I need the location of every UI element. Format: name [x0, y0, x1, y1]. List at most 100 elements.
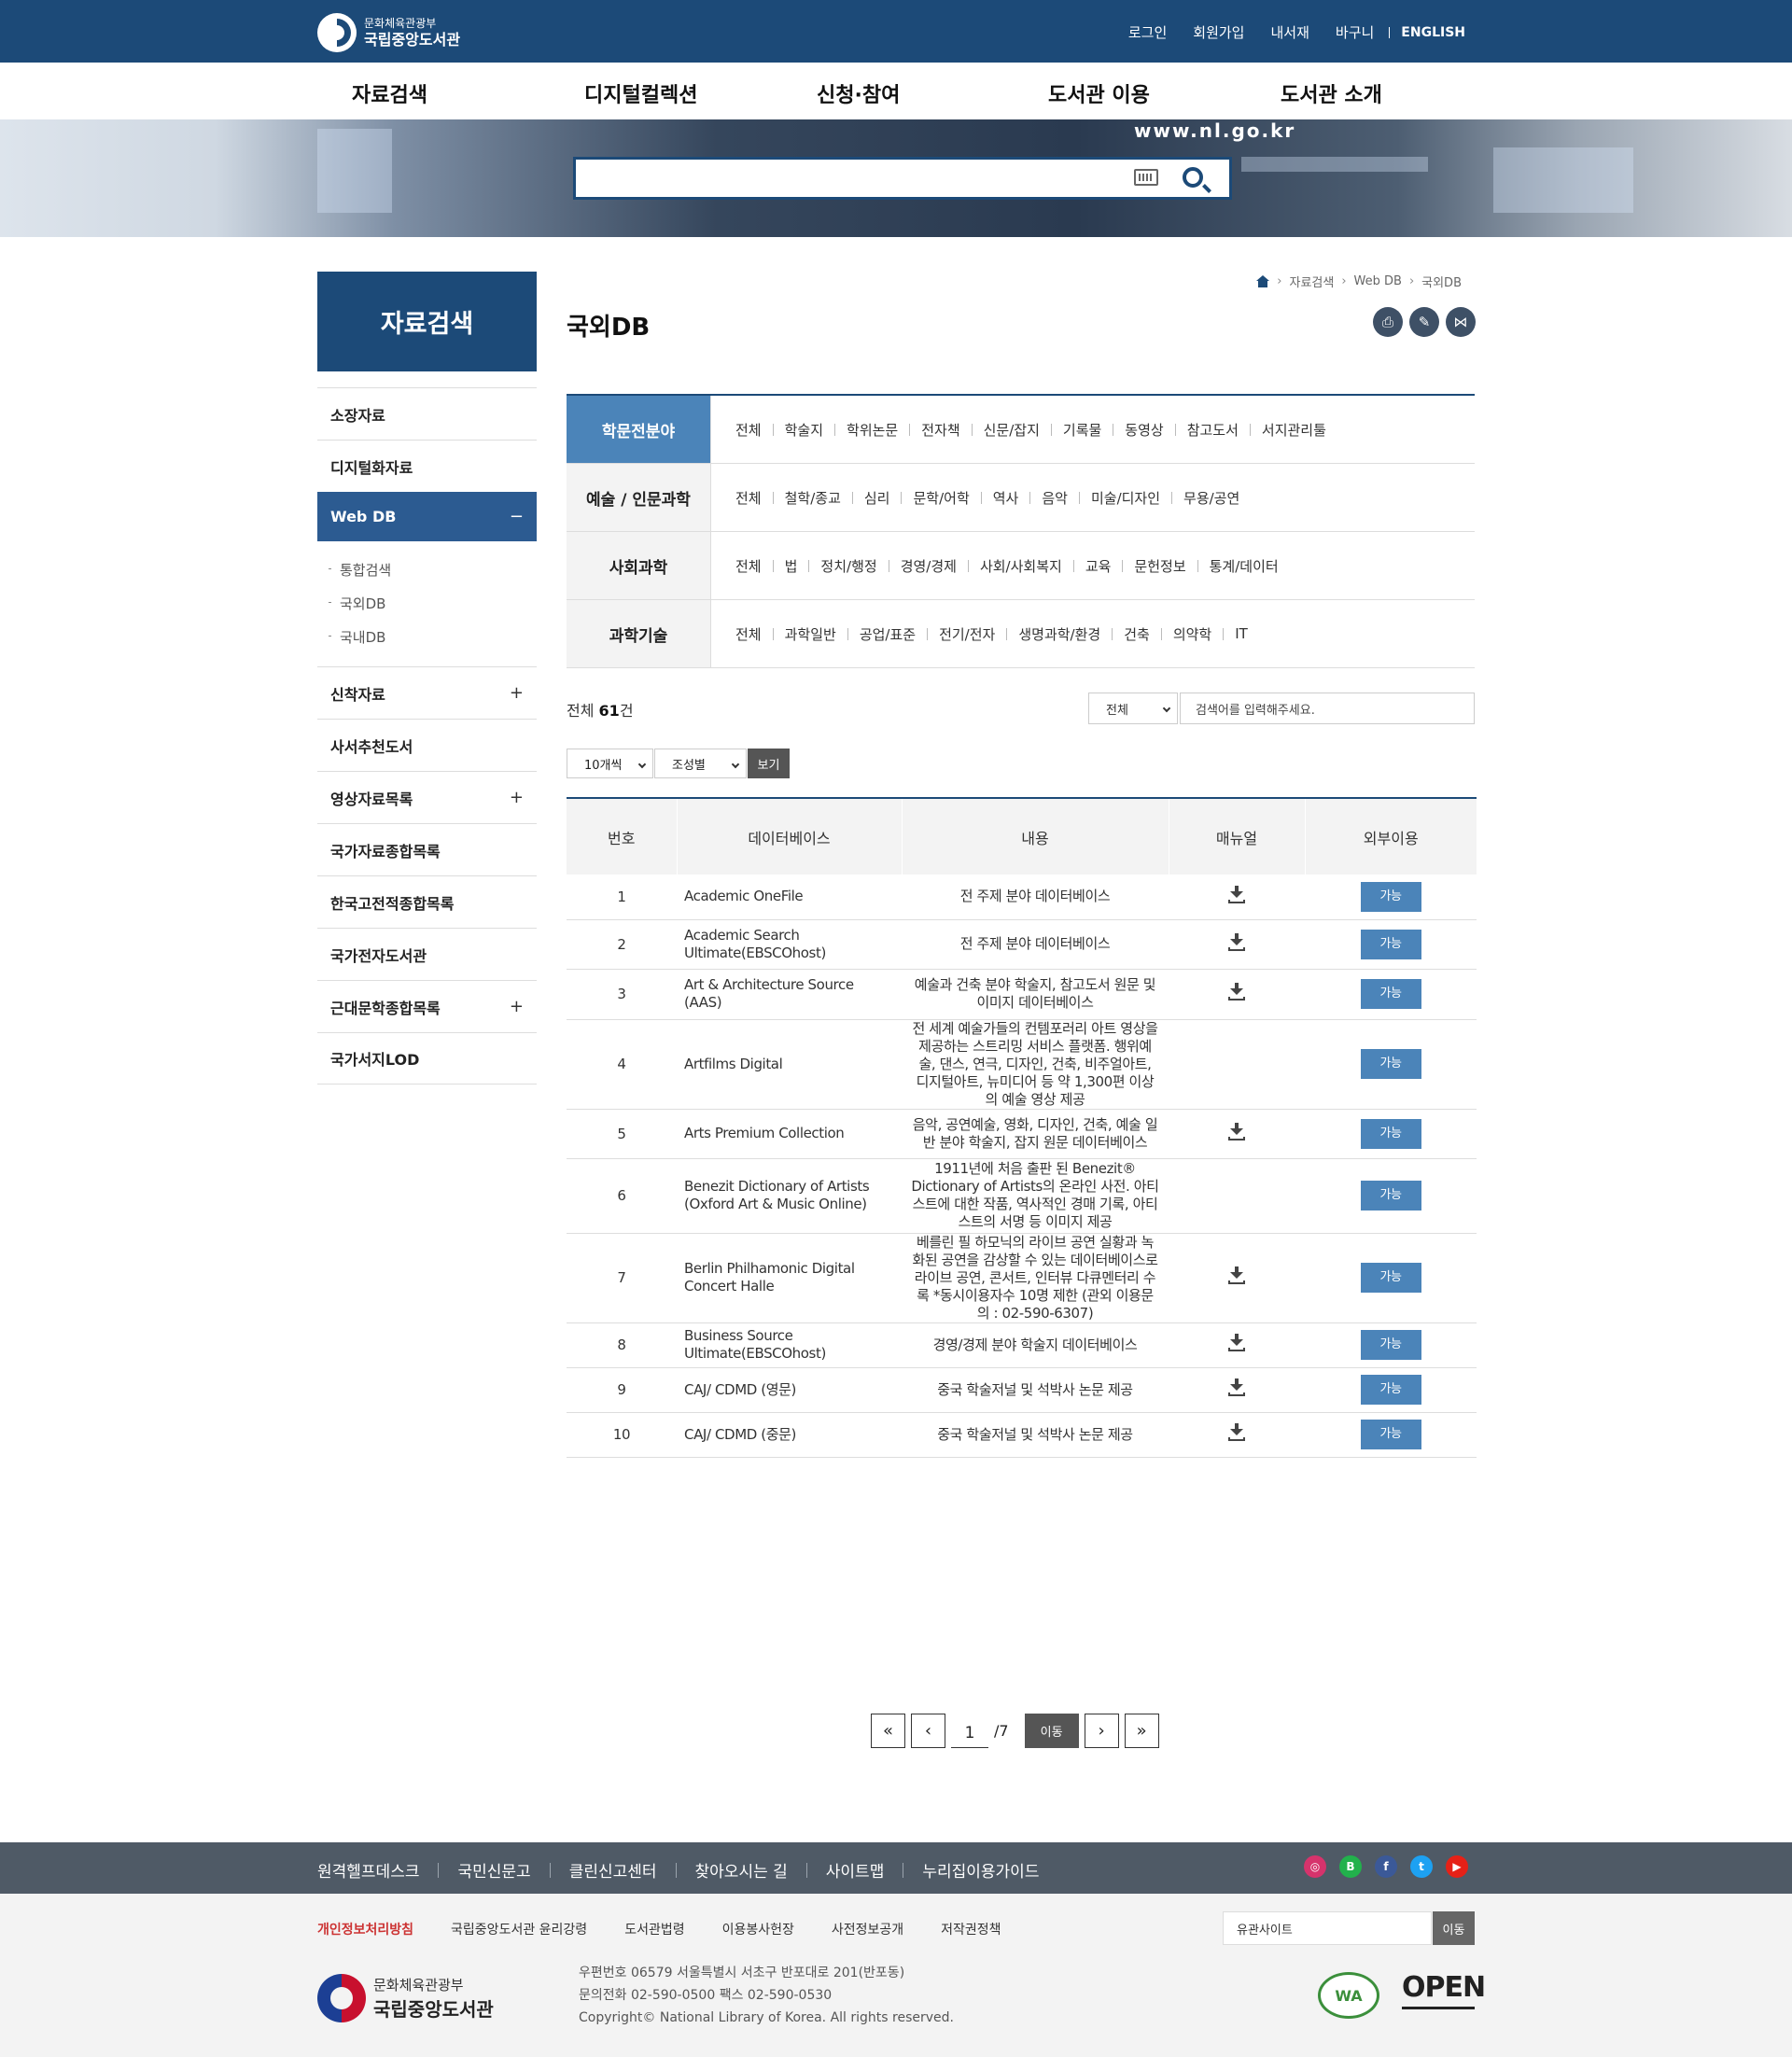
download-icon[interactable] [1227, 1334, 1246, 1352]
sidebar-item-modern-literature[interactable]: 근대문학종합목록 + [317, 980, 537, 1032]
category-link[interactable]: 무용/공연 [1183, 488, 1239, 508]
category-link[interactable]: 의약학 [1173, 624, 1211, 644]
expand-icon[interactable]: + [510, 683, 524, 703]
external-access-button[interactable]: 가능 [1360, 881, 1421, 912]
sort-select[interactable]: 조성별 [654, 749, 747, 778]
database-name-link[interactable]: Academic Search Ultimate(EBSCOhost) [677, 919, 902, 970]
external-access-button[interactable]: 가능 [1360, 1375, 1421, 1405]
category-link[interactable]: 학술지 [785, 420, 823, 440]
policy-link[interactable]: 저작권정책 [941, 1920, 1001, 1938]
gnb-item-search[interactable]: 자료검색 [352, 78, 427, 108]
prev-page-button[interactable]: ‹ [911, 1714, 945, 1748]
category-link[interactable]: 심리 [864, 488, 890, 508]
footer-link[interactable]: 누리집이용가이드 [922, 1858, 1039, 1882]
category-link[interactable]: 신문/잡지 [984, 420, 1040, 440]
english-link[interactable]: ENGLISH [1401, 25, 1465, 40]
signup-link[interactable]: 회원가입 [1193, 22, 1244, 42]
breadcrumb-item[interactable]: Web DB [1354, 274, 1402, 288]
site-logo[interactable]: 문화체육관광부 국립중앙도서관 [317, 13, 460, 52]
category-link[interactable]: 철학/종교 [785, 488, 841, 508]
category-head[interactable]: 학문전분야 [567, 396, 711, 463]
home-icon[interactable] [1256, 275, 1270, 287]
collapse-icon[interactable]: − [510, 507, 524, 526]
category-link[interactable]: 정치/행정 [820, 556, 876, 576]
category-head[interactable]: 예술 / 인문과학 [567, 464, 711, 531]
gnb-item-library-use[interactable]: 도서관 이용 [1048, 78, 1150, 108]
view-button[interactable]: 보기 [748, 749, 790, 778]
category-link[interactable]: 과학일반 [785, 624, 836, 644]
category-link[interactable]: IT [1235, 625, 1248, 642]
sidebar-item-digitized[interactable]: 디지털화자료 [317, 440, 537, 492]
database-name-link[interactable]: Business Source Ultimate(EBSCOhost) [677, 1322, 902, 1368]
category-link[interactable]: 경영/경제 [901, 556, 957, 576]
gnb-item-digital-collection[interactable]: 디지털컬렉션 [584, 78, 697, 108]
policy-link[interactable]: 도서관법령 [624, 1920, 684, 1938]
cart-link[interactable]: 바구니 [1336, 22, 1374, 42]
main-search-input[interactable] [573, 157, 1232, 200]
search-icon[interactable] [1183, 167, 1203, 188]
database-name-link[interactable]: Academic OneFile [677, 875, 902, 920]
database-name-link[interactable]: Arts Premium Collection [677, 1109, 902, 1159]
external-access-button[interactable]: 가능 [1360, 1420, 1421, 1449]
breadcrumb-item[interactable]: 자료검색 [1289, 273, 1334, 290]
category-head[interactable]: 과학기술 [567, 600, 711, 667]
category-link[interactable]: 문헌정보 [1134, 556, 1185, 576]
sidebar-item-holdings[interactable]: 소장자료 [317, 387, 537, 440]
category-link[interactable]: 교육 [1085, 556, 1112, 576]
search-field-select[interactable]: 전체 [1088, 693, 1178, 724]
category-link[interactable]: 생명과학/환경 [1018, 624, 1100, 644]
external-access-button[interactable]: 가능 [1360, 1181, 1421, 1210]
print-icon[interactable]: ⎙ [1373, 307, 1403, 337]
pin-icon[interactable]: ✎ [1409, 307, 1439, 337]
family-site-go-button[interactable]: 이동 [1433, 1911, 1475, 1945]
category-link[interactable]: 참고도서 [1187, 420, 1239, 440]
download-icon[interactable] [1227, 1378, 1246, 1397]
category-link[interactable]: 전체 [735, 420, 762, 440]
family-site-select[interactable]: 유관사이트 [1223, 1911, 1432, 1945]
gnb-item-application[interactable]: 신청·참여 [817, 78, 900, 108]
youtube-icon[interactable]: ▶ [1446, 1855, 1468, 1878]
category-head[interactable]: 사회과학 [567, 532, 711, 599]
gnb-item-about[interactable]: 도서관 소개 [1281, 78, 1382, 108]
policy-link[interactable]: 국립중앙도서관 윤리강령 [451, 1920, 587, 1938]
category-link[interactable]: 전체 [735, 624, 762, 644]
download-icon[interactable] [1227, 1423, 1246, 1442]
category-link[interactable]: 음악 [1042, 488, 1068, 508]
database-name-link[interactable]: Artfilms Digital [677, 1019, 902, 1110]
category-link[interactable]: 법 [785, 556, 798, 576]
database-name-link[interactable]: Benezit Dictionary of Artists (Oxford Ar… [677, 1158, 902, 1234]
download-icon[interactable] [1227, 1122, 1246, 1141]
category-link[interactable]: 학위논문 [847, 420, 898, 440]
category-link[interactable]: 동영상 [1125, 420, 1163, 440]
category-link[interactable]: 전체 [735, 556, 762, 576]
external-access-button[interactable]: 가능 [1360, 1263, 1421, 1293]
share-icon[interactable]: ⋈ [1446, 307, 1476, 337]
category-link[interactable]: 기록물 [1063, 420, 1101, 440]
download-icon[interactable] [1227, 885, 1246, 904]
keyboard-icon[interactable] [1134, 169, 1158, 186]
policy-link[interactable]: 개인정보처리방침 [317, 1920, 413, 1938]
sidebar-item-union-catalog[interactable]: 국가자료종합목록 [317, 823, 537, 875]
download-icon[interactable] [1227, 983, 1246, 1001]
category-link[interactable]: 전체 [735, 488, 762, 508]
policy-link[interactable]: 이용봉사헌장 [722, 1920, 794, 1938]
category-link[interactable]: 통계/데이터 [1210, 556, 1279, 576]
facebook-icon[interactable]: f [1375, 1855, 1397, 1878]
sidebar-item-new-arrivals[interactable]: 신착자료 + [317, 666, 537, 719]
database-name-link[interactable]: CAJ/ CDMD (중문) [677, 1412, 902, 1458]
category-link[interactable]: 미술/디자인 [1091, 488, 1160, 508]
sidebar-item-webdb[interactable]: Web DB − [317, 492, 537, 541]
external-access-button[interactable]: 가능 [1360, 979, 1421, 1009]
sidebar-subitem-foreign-db[interactable]: 국외DB [317, 586, 537, 620]
twitter-icon[interactable]: t [1410, 1855, 1433, 1878]
footer-link[interactable]: 클린신고센터 [569, 1858, 657, 1882]
footer-link[interactable]: 국민신문고 [457, 1858, 530, 1882]
sidebar-item-lod[interactable]: 국가서지LOD [317, 1032, 537, 1084]
footer-link[interactable]: 원격헬프데스크 [317, 1858, 419, 1882]
category-link[interactable]: 사회/사회복지 [980, 556, 1062, 576]
footer-link[interactable]: 사이트맵 [826, 1858, 885, 1882]
keyword-input[interactable]: 검색어를 입력해주세요. [1180, 693, 1475, 724]
category-link[interactable]: 전기/전자 [939, 624, 995, 644]
next-page-button[interactable]: › [1084, 1714, 1119, 1748]
sidebar-item-video[interactable]: 영상자료목록 + [317, 771, 537, 823]
